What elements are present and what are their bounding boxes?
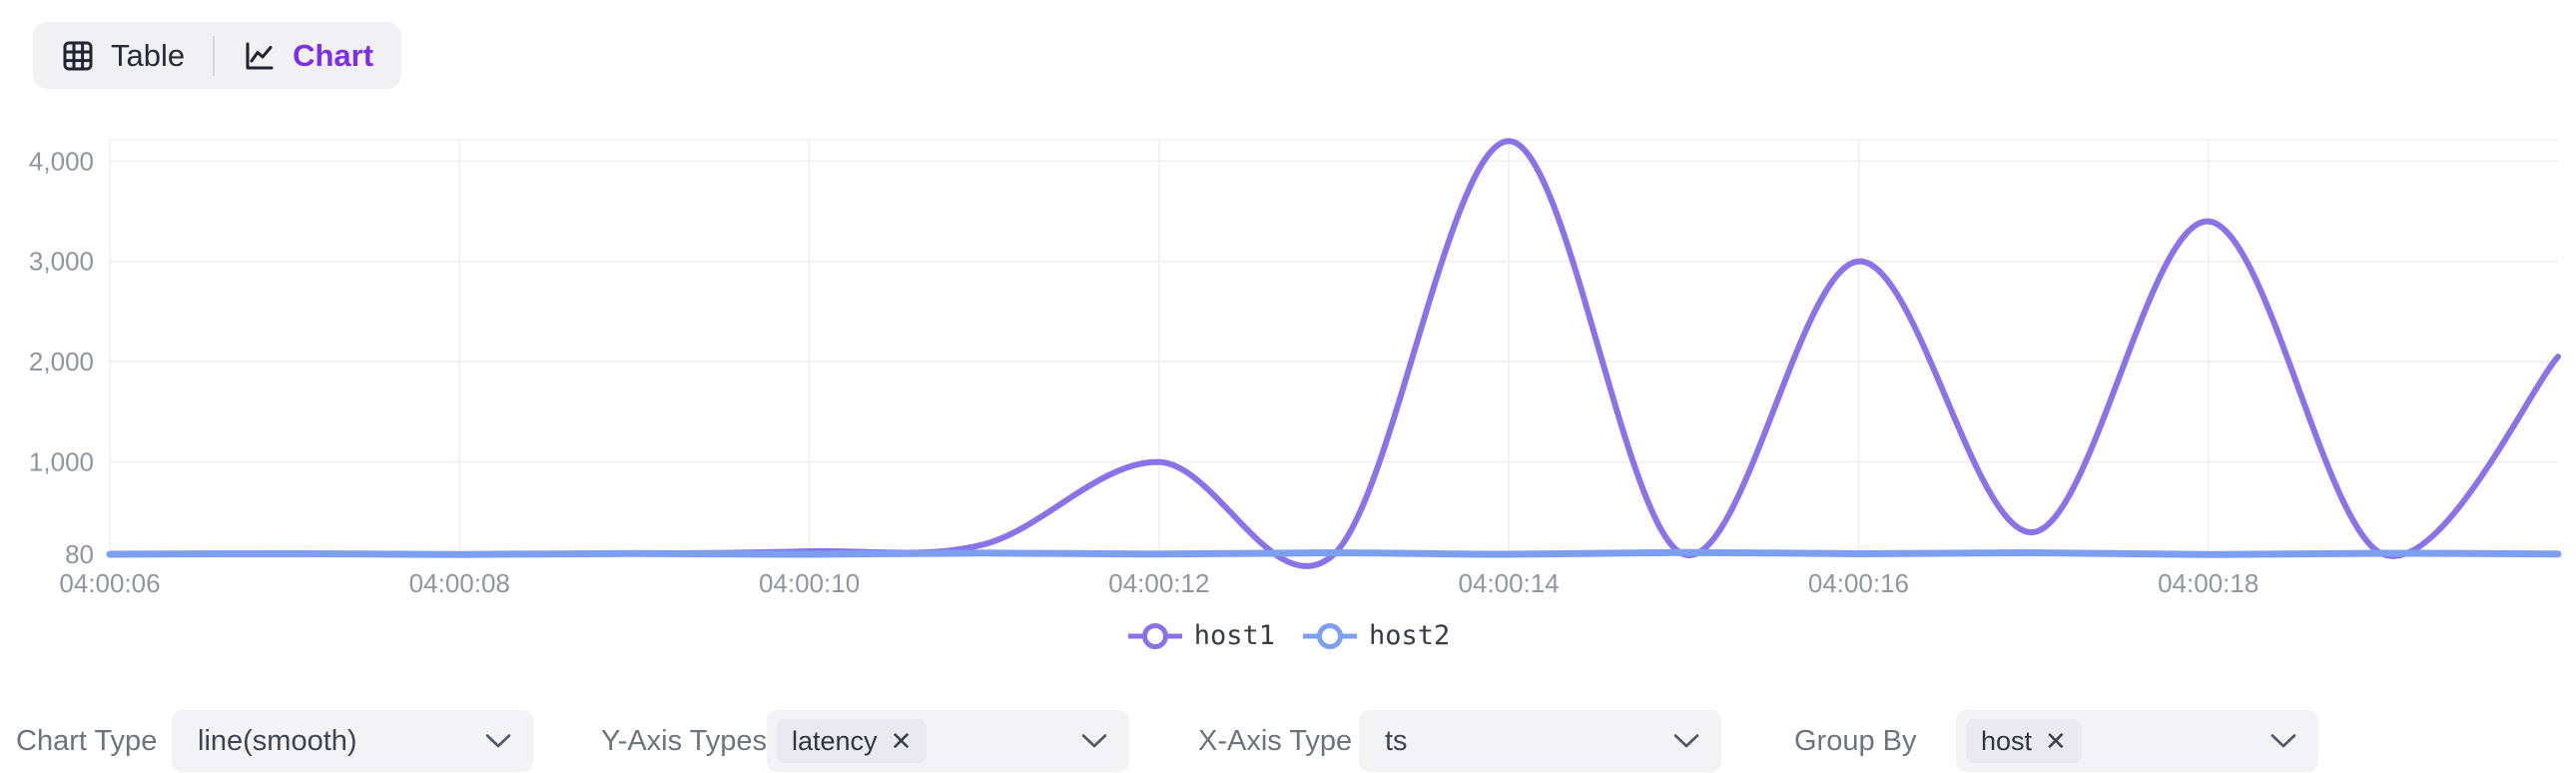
- group-by-tag-host[interactable]: host ✕: [1966, 719, 2082, 763]
- chart-type-select[interactable]: line(smooth): [172, 710, 533, 772]
- x-tick-label: 04:00:18: [2158, 568, 2258, 598]
- group-by-tag-text: host: [1981, 726, 2032, 757]
- legend-marker-host2: [1301, 621, 1359, 651]
- chevron-down-icon: [1081, 734, 1107, 749]
- chevron-down-icon: [485, 734, 511, 749]
- legend-marker-host1: [1126, 621, 1184, 651]
- remove-tag-icon[interactable]: ✕: [891, 728, 913, 754]
- group-by-label: Group By: [1794, 710, 1917, 772]
- toggle-divider: [213, 36, 215, 76]
- chart-type-value: line(smooth): [198, 725, 357, 758]
- x-tick-label: 04:00:10: [759, 568, 860, 598]
- tab-chart[interactable]: Chart: [243, 38, 373, 74]
- x-tick-label: 04:00:06: [59, 568, 160, 598]
- chevron-down-icon: [1673, 734, 1699, 749]
- legend-label-host2: host2: [1369, 620, 1450, 651]
- tab-table[interactable]: Table: [61, 38, 185, 74]
- y-tick-label: 3,000: [29, 247, 94, 277]
- view-toggle: Table Chart: [33, 22, 401, 89]
- chart-legend: host1 host2: [0, 620, 2576, 651]
- group-by-select[interactable]: host ✕: [1956, 710, 2318, 772]
- table-icon: [61, 39, 95, 73]
- x-axis-type-label: X-Axis Type: [1198, 710, 1352, 772]
- legend-label-host1: host1: [1194, 620, 1275, 651]
- chart-type-label: Chart Type: [16, 710, 157, 772]
- y-tick-label: 80: [65, 539, 94, 569]
- x-tick-label: 04:00:08: [409, 568, 510, 598]
- legend-item-host2[interactable]: host2: [1301, 620, 1450, 651]
- y-axis-types-select[interactable]: latency ✕: [767, 710, 1129, 772]
- y-tick-label: 4,000: [29, 146, 94, 176]
- y-tick-label: 1,000: [29, 447, 94, 477]
- x-tick-label: 04:00:14: [1459, 568, 1560, 598]
- x-axis-type-select[interactable]: ts: [1359, 710, 1721, 772]
- legend-item-host1[interactable]: host1: [1126, 620, 1275, 651]
- series-line-host2: [110, 552, 2558, 554]
- y-tick-label: 2,000: [29, 347, 94, 377]
- y-axis-tag-text: latency: [792, 726, 878, 757]
- line-chart-canvas: 04:00:06 04:00:08 04:00:10 04:00:12 04:00:14…: [0, 120, 2576, 619]
- y-axis-tag-latency[interactable]: latency ✕: [777, 719, 927, 763]
- chevron-down-icon: [2270, 734, 2296, 749]
- x-axis-type-value: ts: [1385, 725, 1408, 758]
- x-tick-label: 04:00:12: [1108, 568, 1209, 598]
- tab-chart-label: Chart: [293, 38, 373, 74]
- line-chart-icon: [243, 39, 277, 73]
- x-tick-label: 04:00:16: [1808, 568, 1909, 598]
- remove-tag-icon[interactable]: ✕: [2045, 728, 2067, 754]
- tab-table-label: Table: [111, 38, 185, 74]
- series-line-host1: [110, 141, 2558, 566]
- y-axis-types-label: Y-Axis Types: [601, 710, 767, 772]
